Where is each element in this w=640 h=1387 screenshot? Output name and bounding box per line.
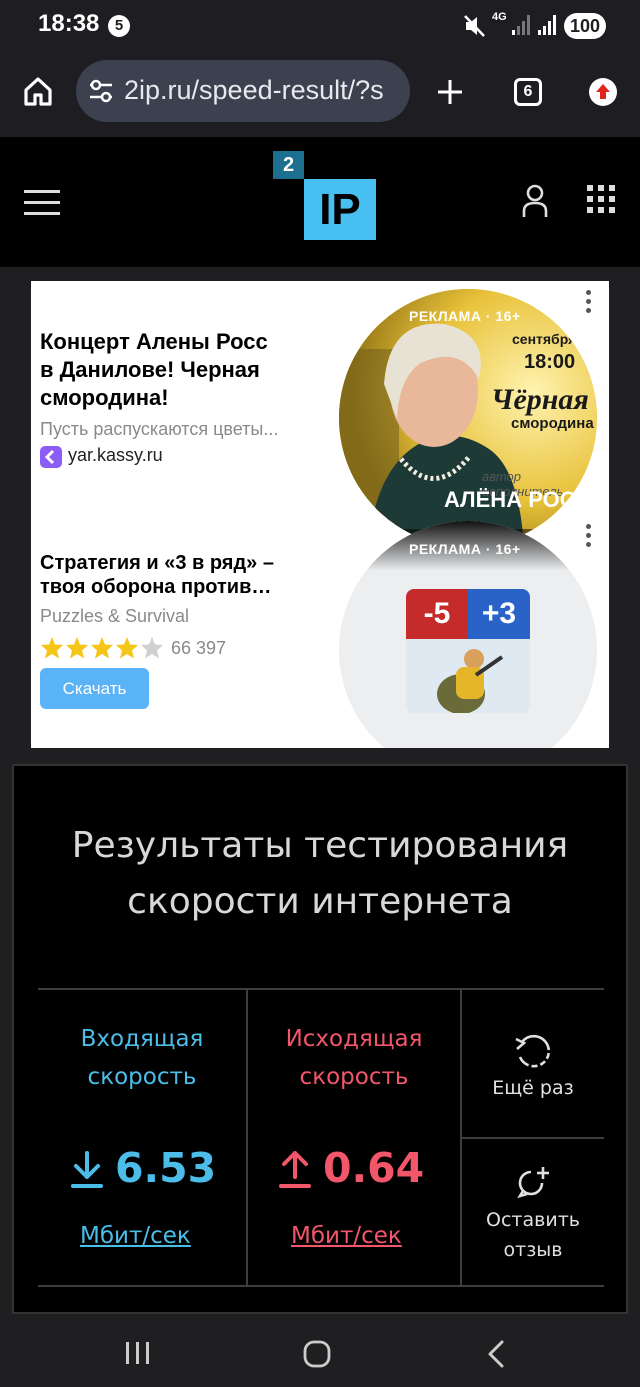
- ad-publisher: Puzzles & Survival: [40, 606, 190, 626]
- ad-block: Концерт Алены Росс в Данилове! Черная см…: [31, 281, 609, 748]
- signal-icon: [512, 15, 530, 35]
- new-tab-icon[interactable]: [436, 78, 464, 106]
- ad-title[interactable]: Стратегия и «3 в ряд» – твоя оборона про…: [40, 551, 274, 599]
- site-logo[interactable]: IP: [304, 179, 376, 240]
- leave-feedback-button[interactable]: Оставить отзыв: [462, 1139, 604, 1285]
- divider: [38, 1285, 604, 1287]
- page-title: Результаты тестирования скорости интерне…: [71, 825, 569, 922]
- menu-icon[interactable]: [24, 189, 60, 217]
- poster-time: 18:00: [524, 351, 576, 373]
- download-unit-link[interactable]: Мбит/сек: [80, 1223, 191, 1249]
- download-speed-value: 6.53: [115, 1144, 217, 1192]
- poster-show-title: Чёрная: [491, 383, 589, 416]
- url-text[interactable]: 2ip.ru/speed-result/?s: [124, 75, 384, 106]
- ad-domain[interactable]: yar.kassy.ru: [68, 445, 163, 466]
- site-settings-icon[interactable]: [88, 79, 114, 103]
- apps-grid-icon[interactable]: [587, 185, 615, 213]
- status-time: 18:38: [38, 10, 100, 37]
- ad-label: РЕКЛАМА · 16+: [409, 308, 521, 324]
- retry-label[interactable]: Ещё раз: [462, 1073, 604, 1103]
- system-nav-bar: [0, 1316, 640, 1387]
- update-icon[interactable]: [589, 78, 617, 106]
- notification-badge: 5: [108, 15, 130, 37]
- network-type: 4G: [492, 11, 507, 23]
- browser-toolbar: 2ip.ru/speed-result/?s 6: [0, 55, 640, 135]
- rating-stars: [41, 637, 163, 659]
- ad-description: Пусть распускаются цветы...: [40, 419, 279, 439]
- download-app-button[interactable]: Скачать: [40, 668, 149, 709]
- download-label: Входящая скорость: [80, 1026, 204, 1090]
- upload-speed-value: 0.64: [323, 1144, 425, 1192]
- recent-apps-icon[interactable]: [124, 1341, 152, 1365]
- rating-count: 66 397: [171, 638, 227, 658]
- ad-image[interactable]: РЕКЛАМА · 16+ -5 +3: [339, 521, 597, 748]
- user-icon[interactable]: [521, 184, 549, 218]
- back-icon[interactable]: [486, 1340, 506, 1368]
- upload-unit-link[interactable]: Мбит/сек: [291, 1223, 402, 1249]
- logo-badge[interactable]: 2: [273, 151, 304, 179]
- poster-show-subtitle: смородина: [511, 415, 594, 432]
- tabs-button[interactable]: 6: [514, 78, 542, 106]
- ad-more-icon[interactable]: [586, 290, 592, 317]
- poster-artist: АЛЁНА РОС: [444, 487, 576, 512]
- game-icon-image: -5 +3: [406, 589, 530, 713]
- speed-results-panel: Результаты тестирования скорости интерне…: [12, 764, 628, 1314]
- upload-arrow-icon: [279, 1151, 311, 1188]
- ad-image[interactable]: РЕКЛАМА · 16+ сентября 18:00 Чёрная смор…: [339, 289, 597, 547]
- battery-indicator: 100: [564, 13, 606, 39]
- upload-label: Исходящая скорость: [285, 1026, 423, 1090]
- home-icon[interactable]: [22, 75, 54, 107]
- ticket-logo-icon: [40, 446, 62, 468]
- mute-icon: [464, 15, 485, 37]
- poster-month: сентября: [512, 331, 577, 347]
- screen: 18:38 5 4G 100 2ip.ru/speed-result/?s 6 …: [0, 0, 640, 1387]
- ad-item[interactable]: Концерт Алены Росс в Данилове! Черная см…: [31, 281, 609, 547]
- status-bar: 18:38 5 4G 100: [0, 0, 640, 55]
- refresh-icon: [515, 1034, 551, 1068]
- home-button-icon[interactable]: [303, 1340, 331, 1368]
- download-arrow-icon: [71, 1151, 103, 1188]
- comment-add-icon: [517, 1167, 549, 1199]
- retry-button[interactable]: Ещё раз: [462, 990, 604, 1137]
- ad-title[interactable]: Концерт Алены Росс в Данилове! Черная см…: [40, 328, 268, 412]
- ad-label: РЕКЛАМА · 16+: [409, 541, 521, 557]
- signal-icon: [538, 15, 556, 35]
- ad-item[interactable]: Стратегия и «3 в ряд» – твоя оборона про…: [31, 516, 609, 748]
- site-header: 2 IP: [0, 137, 640, 267]
- ad-more-icon[interactable]: [586, 524, 592, 551]
- feedback-label[interactable]: Оставить отзыв: [462, 1205, 604, 1265]
- address-bar[interactable]: 2ip.ru/speed-result/?s: [76, 60, 410, 122]
